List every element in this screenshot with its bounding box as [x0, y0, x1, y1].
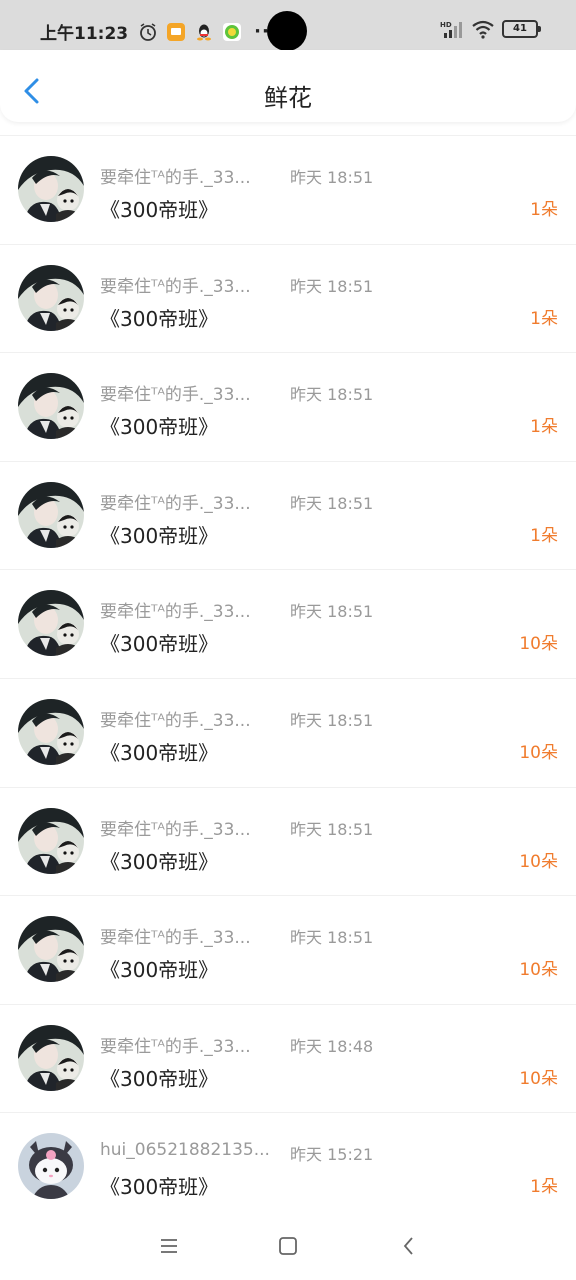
book-title: 《300帝班》 [100, 523, 219, 548]
timestamp: 昨天 15:21 [290, 1145, 374, 1165]
sender-name: 要牵住ᵀᴬ的手._33... [100, 276, 251, 297]
book-title: 《300帝班》 [100, 1066, 219, 1091]
book-title: 《300帝班》 [100, 415, 219, 440]
system-nav-bar [0, 1212, 576, 1280]
wifi-icon [472, 20, 494, 39]
avatar[interactable] [18, 1133, 84, 1200]
flower-count: 10朵 [519, 634, 558, 655]
timestamp: 昨天 18:51 [290, 168, 374, 187]
flower-count: 10朵 [519, 1068, 558, 1089]
sender-name: 要牵住ᵀᴬ的手._33... [100, 168, 251, 188]
message-notification-icon [167, 22, 186, 41]
alarm-icon [140, 22, 157, 41]
qq-icon [197, 24, 212, 40]
list-item[interactable]: 要牵住ᵀᴬ的手._33... 昨天 18:51 《300帝班》 1朵 [0, 352, 576, 461]
svg-text:HD: HD [440, 21, 452, 29]
flower-count: 1朵 [530, 1177, 558, 1198]
book-title: 《300帝班》 [100, 958, 219, 983]
status-left: 上午11:23 ··· [40, 19, 278, 44]
timestamp: 昨天 18:51 [290, 819, 374, 839]
menu-icon[interactable] [157, 1234, 181, 1258]
book-title: 《300帝班》 [100, 306, 219, 331]
avatar[interactable] [18, 264, 84, 331]
battery-icon: 41 [502, 20, 541, 38]
avatar[interactable] [18, 807, 84, 874]
flower-count: 1朵 [530, 308, 558, 329]
sender-name: 要牵住ᵀᴬ的手._33... [100, 385, 251, 406]
sender-name: 要牵住ᵀᴬ的手._33... [100, 493, 251, 514]
flower-count: 1朵 [530, 525, 558, 546]
list-item[interactable]: 要牵住ᵀᴬ的手._33... 昨天 18:51 《300帝班》 1朵 [0, 460, 576, 570]
book-title: 《300帝班》 [100, 849, 219, 874]
timestamp: 昨天 18:51 [290, 493, 374, 513]
timestamp: 昨天 18:51 [290, 276, 374, 296]
flower-count: 1朵 [530, 417, 558, 438]
status-time: 上午11:23 [40, 24, 129, 44]
avatar[interactable] [18, 156, 84, 222]
timestamp: 昨天 18:51 [290, 385, 374, 405]
wechat-pay-icon [223, 22, 242, 41]
book-title: 《300帝班》 [100, 1175, 219, 1200]
avatar[interactable] [18, 698, 84, 765]
avatar[interactable] [18, 1024, 84, 1091]
avatar[interactable] [18, 373, 84, 440]
status-right: HD 41 [440, 19, 541, 39]
timestamp: 昨天 18:51 [290, 602, 374, 622]
sender-name: hui_06521882135... [100, 1140, 270, 1161]
list-item[interactable]: hui_06521882135... 昨天 15:21 《300帝班》 1朵 [0, 1112, 576, 1221]
sender-name: 要牵住ᵀᴬ的手._33... [100, 928, 251, 949]
timestamp: 昨天 18:51 [290, 928, 374, 948]
flower-count: 10朵 [519, 960, 558, 981]
avatar[interactable] [18, 481, 84, 548]
list-item[interactable]: 要牵住ᵀᴬ的手._33... 昨天 18:51 《300帝班》 1朵 [0, 135, 576, 244]
flower-record-list: 要牵住ᵀᴬ的手._33... 昨天 18:51 《300帝班》 1朵 要牵住ᵀᴬ… [0, 135, 576, 1221]
avatar[interactable] [18, 590, 84, 657]
hd-signal-icon: HD [440, 21, 462, 38]
back-icon[interactable] [397, 1234, 421, 1258]
camera-cutout [267, 11, 307, 51]
sender-name: 要牵住ᵀᴬ的手._33... [100, 710, 251, 731]
book-title: 《300帝班》 [100, 632, 219, 657]
list-item[interactable]: 要牵住ᵀᴬ的手._33... 昨天 18:51 《300帝班》 10朵 [0, 569, 576, 678]
list-item[interactable]: 要牵住ᵀᴬ的手._33... 昨天 18:51 《300帝班》 10朵 [0, 677, 576, 787]
page-title: 鲜花 [264, 84, 312, 112]
list-item[interactable]: 要牵住ᵀᴬ的手._33... 昨天 18:51 《300帝班》 10朵 [0, 895, 576, 1004]
flower-count: 10朵 [519, 851, 558, 872]
avatar[interactable] [18, 916, 84, 983]
timestamp: 昨天 18:51 [290, 710, 374, 730]
sender-name: 要牵住ᵀᴬ的手._33... [100, 819, 251, 840]
list-item[interactable]: 要牵住ᵀᴬ的手._33... 昨天 18:51 《300帝班》 1朵 [0, 243, 576, 353]
timestamp: 昨天 18:48 [290, 1036, 374, 1056]
sender-name: 要牵住ᵀᴬ的手._33... [100, 602, 251, 623]
status-bar: 上午11:23 ··· HD 41 [0, 0, 576, 51]
sender-name: 要牵住ᵀᴬ的手._33... [100, 1036, 251, 1057]
flower-count: 10朵 [519, 742, 558, 763]
book-title: 《300帝班》 [100, 740, 219, 765]
header: 鲜花 [0, 50, 576, 122]
home-icon[interactable] [276, 1234, 300, 1258]
list-item[interactable]: 要牵住ᵀᴬ的手._33... 昨天 18:51 《300帝班》 10朵 [0, 786, 576, 896]
book-title: 《300帝班》 [100, 198, 219, 222]
flower-count: 1朵 [530, 200, 558, 220]
list-item[interactable]: 要牵住ᵀᴬ的手._33... 昨天 18:48 《300帝班》 10朵 [0, 1003, 576, 1113]
